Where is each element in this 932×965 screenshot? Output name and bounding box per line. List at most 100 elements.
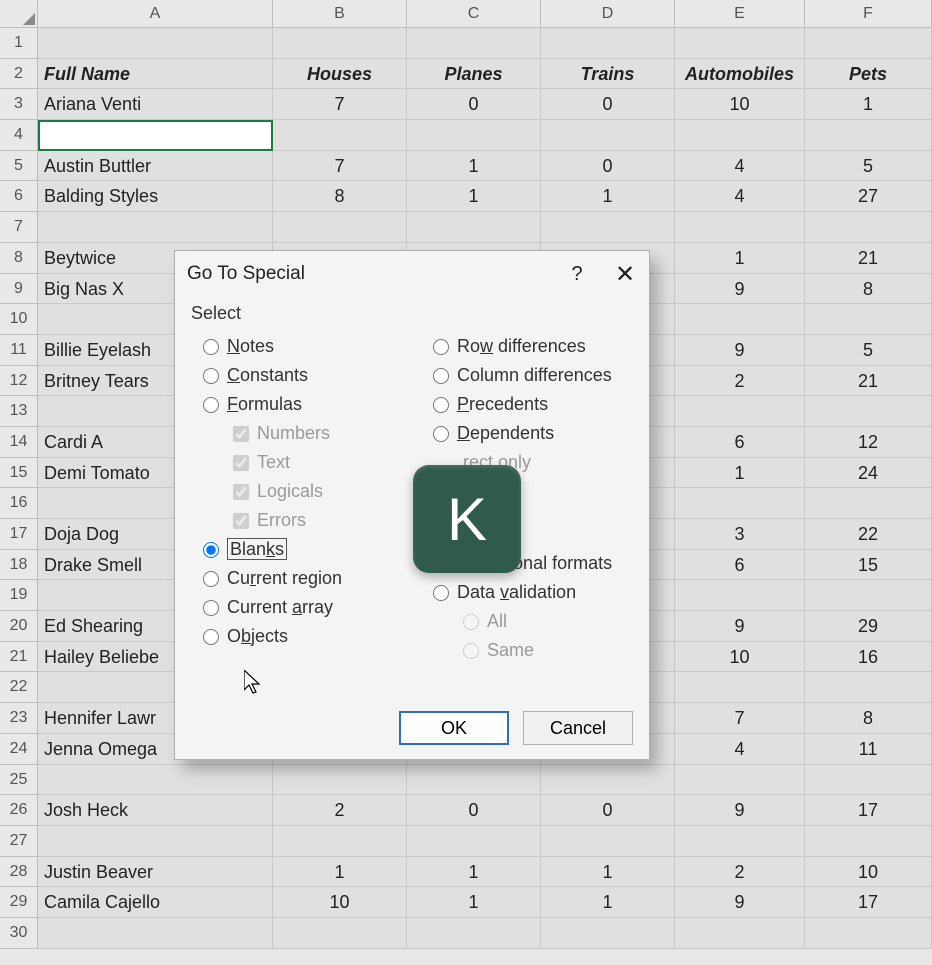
row-header[interactable]: 2: [0, 59, 38, 90]
cell[interactable]: 1: [675, 458, 805, 489]
close-icon[interactable]: ✕: [601, 251, 649, 297]
radio-input[interactable]: [433, 585, 449, 601]
row-header[interactable]: 4: [0, 120, 38, 151]
cell[interactable]: Camila Cajello: [38, 887, 273, 918]
cell[interactable]: [273, 765, 407, 796]
cell[interactable]: 8: [805, 703, 932, 734]
radio-input[interactable]: [433, 368, 449, 384]
cell[interactable]: Houses: [273, 59, 407, 90]
cell[interactable]: 1: [541, 181, 675, 212]
cell[interactable]: 2: [675, 366, 805, 397]
cell[interactable]: [273, 212, 407, 243]
cell[interactable]: [38, 918, 273, 949]
cell[interactable]: [675, 826, 805, 857]
radio-input[interactable]: [203, 397, 219, 413]
cell[interactable]: [805, 580, 932, 611]
col-header-F[interactable]: F: [805, 0, 932, 28]
radio-input[interactable]: [203, 368, 219, 384]
help-icon[interactable]: ?: [553, 251, 601, 297]
col-header-A[interactable]: A: [38, 0, 273, 28]
cell[interactable]: [273, 28, 407, 59]
cell[interactable]: 1: [407, 181, 541, 212]
col-header-C[interactable]: C: [407, 0, 541, 28]
cell[interactable]: [805, 212, 932, 243]
dialog-titlebar[interactable]: Go To Special ? ✕: [175, 251, 649, 297]
ok-button[interactable]: OK: [399, 711, 509, 745]
radio-input[interactable]: [433, 397, 449, 413]
cell[interactable]: Austin Buttler: [38, 151, 273, 182]
row-header[interactable]: 26: [0, 795, 38, 826]
row-header[interactable]: 28: [0, 857, 38, 888]
row-header[interactable]: 30: [0, 918, 38, 949]
row-header[interactable]: 12: [0, 366, 38, 397]
cell[interactable]: 2: [675, 857, 805, 888]
cell[interactable]: Balding Styles: [38, 181, 273, 212]
col-header-B[interactable]: B: [273, 0, 407, 28]
cell[interactable]: [805, 826, 932, 857]
row-header[interactable]: 3: [0, 89, 38, 120]
cell[interactable]: [407, 826, 541, 857]
cell[interactable]: [805, 396, 932, 427]
row-header[interactable]: 29: [0, 887, 38, 918]
cell[interactable]: 16: [805, 642, 932, 673]
cell[interactable]: 0: [541, 89, 675, 120]
cancel-button[interactable]: Cancel: [523, 711, 633, 745]
cell[interactable]: 7: [273, 89, 407, 120]
row-header[interactable]: 14: [0, 427, 38, 458]
cell[interactable]: [541, 826, 675, 857]
row-header[interactable]: 11: [0, 335, 38, 366]
radio-current-array[interactable]: Current array: [187, 593, 417, 622]
cell[interactable]: 6: [675, 427, 805, 458]
radio-input[interactable]: [433, 339, 449, 355]
row-header[interactable]: 27: [0, 826, 38, 857]
cell[interactable]: 1: [541, 857, 675, 888]
cell[interactable]: [541, 212, 675, 243]
cell[interactable]: [541, 918, 675, 949]
cell[interactable]: 9: [675, 335, 805, 366]
cell[interactable]: 0: [407, 795, 541, 826]
radio-formulas[interactable]: Formulas: [187, 390, 417, 419]
cell[interactable]: [805, 304, 932, 335]
radio-row-diff[interactable]: Row differences: [417, 332, 631, 361]
cell[interactable]: 4: [675, 734, 805, 765]
radio-notes[interactable]: Notes: [187, 332, 417, 361]
cell[interactable]: [675, 304, 805, 335]
cell[interactable]: [675, 672, 805, 703]
row-header[interactable]: 19: [0, 580, 38, 611]
row-header[interactable]: 22: [0, 672, 38, 703]
cell[interactable]: [675, 580, 805, 611]
row-header[interactable]: 24: [0, 734, 38, 765]
cell[interactable]: Planes: [407, 59, 541, 90]
cell[interactable]: [675, 488, 805, 519]
radio-input[interactable]: [203, 629, 219, 645]
cell[interactable]: 21: [805, 243, 932, 274]
radio-blanks[interactable]: Blanks: [187, 535, 417, 564]
cell[interactable]: [541, 120, 675, 151]
row-header[interactable]: 25: [0, 765, 38, 796]
cell[interactable]: 9: [675, 611, 805, 642]
cell[interactable]: [805, 918, 932, 949]
cell[interactable]: 22: [805, 519, 932, 550]
cell[interactable]: 21: [805, 366, 932, 397]
row-header[interactable]: 15: [0, 458, 38, 489]
cell[interactable]: 7: [675, 703, 805, 734]
radio-input[interactable]: [203, 339, 219, 355]
radio-input[interactable]: [203, 571, 219, 587]
cell[interactable]: [805, 488, 932, 519]
row-header[interactable]: 10: [0, 304, 38, 335]
cell[interactable]: Full Name: [38, 59, 273, 90]
row-header[interactable]: 1: [0, 28, 38, 59]
cell[interactable]: [407, 120, 541, 151]
cell[interactable]: [675, 918, 805, 949]
cell[interactable]: [407, 918, 541, 949]
radio-dependents[interactable]: Dependents: [417, 419, 631, 448]
cell[interactable]: 29: [805, 611, 932, 642]
cell[interactable]: [675, 765, 805, 796]
select-all-corner[interactable]: [0, 0, 38, 28]
cell[interactable]: 1: [407, 887, 541, 918]
cell[interactable]: Trains: [541, 59, 675, 90]
cell[interactable]: 0: [541, 795, 675, 826]
cell[interactable]: [38, 212, 273, 243]
cell[interactable]: 27: [805, 181, 932, 212]
cell[interactable]: 4: [675, 151, 805, 182]
